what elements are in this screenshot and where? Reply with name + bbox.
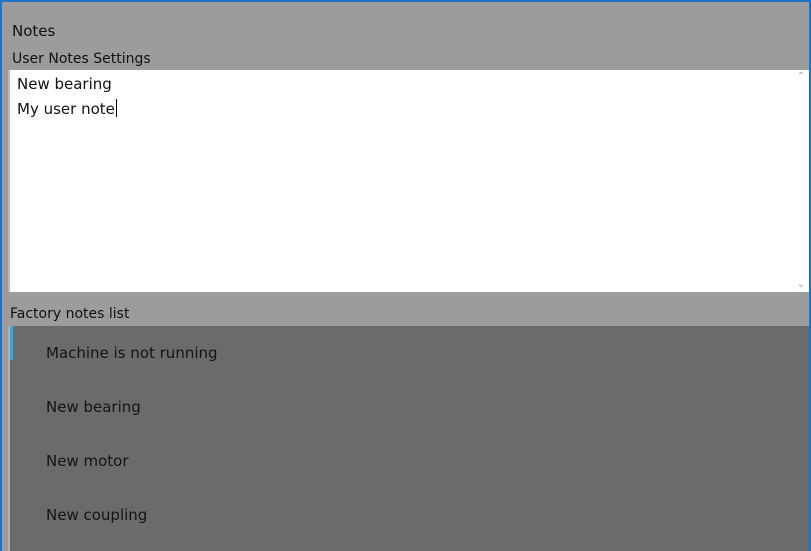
factory-notes-list: Machine is not running New bearing New m…: [8, 326, 809, 551]
factory-note-item-new-bearing[interactable]: New bearing: [10, 380, 809, 434]
factory-note-label: New motor: [46, 452, 129, 470]
note-line: My user note: [17, 99, 117, 118]
user-notes-textarea[interactable]: New bearing My user note ⌃ ⌄: [8, 70, 809, 292]
note-line: New bearing: [17, 75, 112, 93]
window-title: Notes: [12, 22, 56, 40]
factory-note-label: New bearing: [46, 398, 141, 416]
chevron-up-icon[interactable]: ⌃: [793, 70, 809, 84]
user-notes-settings-label: User Notes Settings: [12, 51, 151, 67]
factory-note-item-new-coupling[interactable]: New coupling: [10, 488, 809, 542]
text-caret: [115, 99, 117, 117]
chevron-down-icon[interactable]: ⌄: [793, 278, 809, 292]
factory-note-label: New coupling: [46, 506, 148, 524]
factory-note-label: Machine is not running: [46, 344, 218, 362]
factory-notes-list-label: Factory notes list: [10, 306, 130, 322]
factory-note-item-machine-not-running[interactable]: Machine is not running: [10, 326, 809, 380]
factory-note-item-new-motor[interactable]: New motor: [10, 434, 809, 488]
